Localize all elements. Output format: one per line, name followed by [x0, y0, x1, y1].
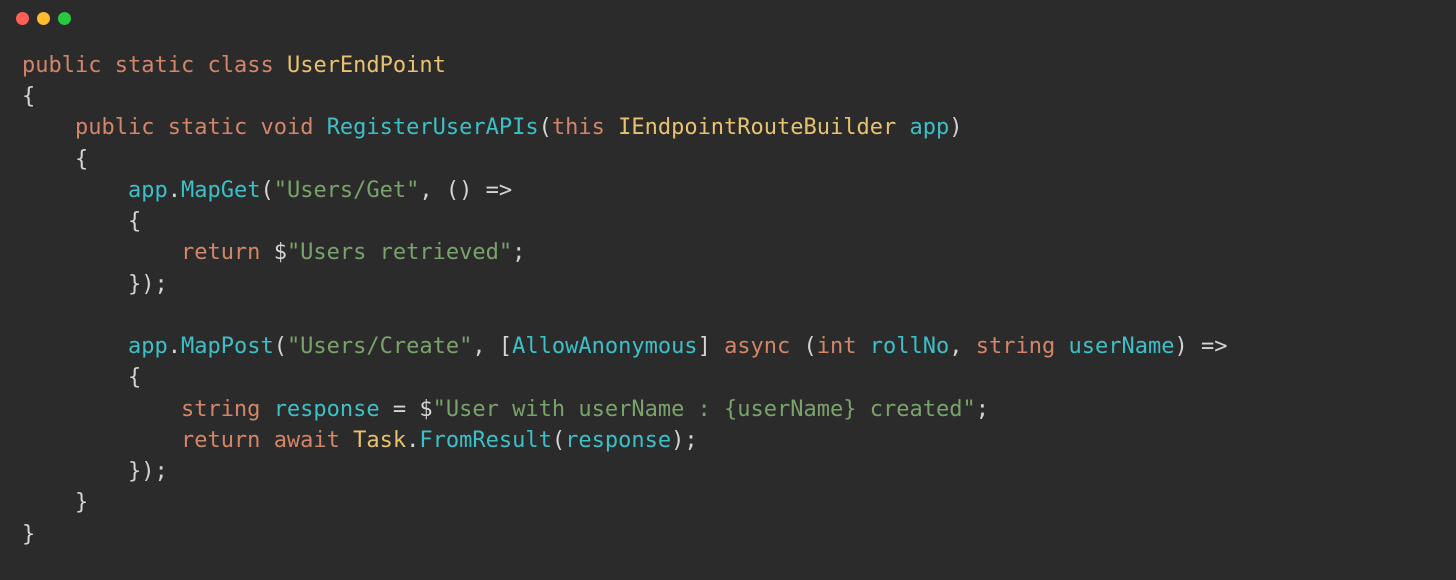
method-call: FromResult — [419, 428, 551, 453]
paren-open: ( — [539, 115, 552, 140]
keyword-public: public — [75, 115, 154, 140]
identifier: response — [565, 428, 671, 453]
keyword-public: public — [22, 53, 101, 78]
string-literal: "Users retrieved" — [287, 240, 512, 265]
code-window: public static class UserEndPoint { publi… — [0, 0, 1456, 580]
window-titlebar — [0, 0, 1456, 36]
semicolon: ; — [976, 397, 989, 422]
param-name: app — [910, 115, 950, 140]
brace-close: } — [75, 490, 88, 515]
dot: . — [168, 334, 181, 359]
type-string: string — [976, 334, 1055, 359]
comma: , — [949, 334, 976, 359]
identifier: app — [128, 334, 168, 359]
close-brace-paren: }); — [128, 272, 168, 297]
close-brace-paren: }); — [128, 459, 168, 484]
param-name: rollNo — [870, 334, 949, 359]
code-block: public static class UserEndPoint { publi… — [0, 36, 1456, 550]
brace-open: { — [75, 147, 88, 172]
comma: , — [419, 178, 446, 203]
dot: . — [168, 178, 181, 203]
keyword-static: static — [115, 53, 194, 78]
method-name: RegisterUserAPIs — [327, 115, 539, 140]
string-literal: "Users/Get" — [274, 178, 420, 203]
keyword-async: async — [724, 334, 790, 359]
keyword-void: void — [260, 115, 313, 140]
bracket-open: [ — [499, 334, 512, 359]
identifier: app — [128, 178, 168, 203]
type-name: IEndpointRouteBuilder — [618, 115, 896, 140]
brace-open: { — [128, 365, 141, 390]
paren-close: ); — [671, 428, 698, 453]
paren-open: ( — [552, 428, 565, 453]
type-task: Task — [353, 428, 406, 453]
method-call: MapGet — [181, 178, 260, 203]
comma: , — [472, 334, 499, 359]
dot: . — [406, 428, 419, 453]
maximize-icon[interactable] — [58, 12, 71, 25]
lambda-arrow: ) => — [1174, 334, 1227, 359]
brace-open: { — [22, 84, 35, 109]
equals: = — [380, 397, 420, 422]
keyword-return: return — [181, 240, 260, 265]
dollar: $ — [419, 397, 432, 422]
brace-open: { — [128, 209, 141, 234]
attribute: AllowAnonymous — [512, 334, 697, 359]
string-literal: "Users/Create" — [287, 334, 472, 359]
brace-close: } — [22, 522, 35, 547]
paren-close: ) — [949, 115, 962, 140]
type-int: int — [817, 334, 857, 359]
bracket-close: ] — [698, 334, 725, 359]
minimize-icon[interactable] — [37, 12, 50, 25]
semicolon: ; — [512, 240, 525, 265]
keyword-return: return — [181, 428, 260, 453]
close-icon[interactable] — [16, 12, 29, 25]
lambda: () => — [446, 178, 512, 203]
type-string: string — [181, 397, 260, 422]
paren-open: ( — [274, 334, 287, 359]
param-name: userName — [1069, 334, 1175, 359]
paren-open: ( — [260, 178, 273, 203]
keyword-class: class — [207, 53, 273, 78]
keyword-await: await — [274, 428, 340, 453]
keyword-this: this — [552, 115, 605, 140]
method-call: MapPost — [181, 334, 274, 359]
dollar: $ — [274, 240, 287, 265]
type-name: UserEndPoint — [287, 53, 446, 78]
variable: response — [274, 397, 380, 422]
keyword-static: static — [168, 115, 247, 140]
paren-open: ( — [804, 334, 817, 359]
string-literal: "User with userName : {userName} created… — [433, 397, 976, 422]
